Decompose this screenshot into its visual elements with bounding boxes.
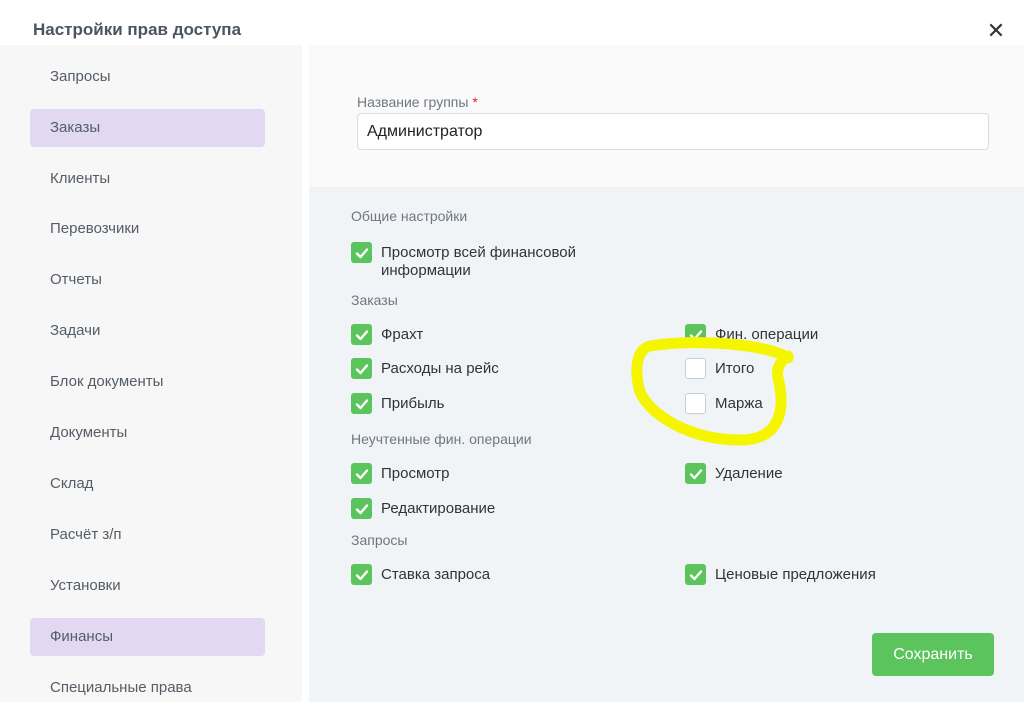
checkbox-row-margin[interactable]: Маржа [685, 393, 763, 414]
sidebar-item-document-block[interactable]: Блок документы [30, 363, 265, 401]
sidebar-item-carriers[interactable]: Перевозчики [30, 210, 265, 248]
sidebar: Запросы Заказы Клиенты Перевозчики Отчет… [0, 45, 302, 702]
sidebar-item-tasks[interactable]: Задачи [30, 312, 265, 350]
check-icon [689, 329, 702, 340]
check-icon [355, 503, 368, 514]
group-name-label-text: Название группы [357, 94, 469, 110]
check-icon [355, 247, 368, 258]
sidebar-item-orders[interactable]: Заказы [30, 109, 265, 147]
checkbox[interactable] [351, 498, 372, 519]
group-name-input[interactable] [357, 113, 989, 150]
checkbox[interactable] [685, 358, 706, 379]
checkbox-label: Удаление [715, 465, 783, 482]
check-icon [355, 363, 368, 374]
group-name-label: Название группы * [357, 94, 478, 110]
section-title-general: Общие настройки [351, 208, 468, 224]
group-name-panel: Название группы * [309, 45, 1024, 187]
checkbox-label: Ценовые предложения [715, 566, 876, 583]
checkbox[interactable] [685, 463, 706, 484]
checkbox-label: Маржа [715, 395, 763, 412]
checkbox-label: Ставка запроса [381, 566, 491, 583]
sidebar-item-clients[interactable]: Клиенты [30, 160, 265, 198]
section-title-orders: Заказы [351, 292, 398, 308]
sidebar-item-salary[interactable]: Расчёт з/п [30, 516, 265, 554]
checkbox-row-freight[interactable]: Фрахт [351, 324, 423, 345]
check-icon [355, 398, 368, 409]
check-icon [355, 329, 368, 340]
dialog-title: Настройки прав доступа [33, 20, 242, 39]
sidebar-item-requests[interactable]: Запросы [30, 58, 265, 96]
sidebar-item-documents[interactable]: Документы [30, 414, 265, 452]
checkbox[interactable] [351, 242, 372, 263]
checkbox-row-profit[interactable]: Прибыль [351, 393, 444, 414]
save-button[interactable]: Сохранить [872, 633, 994, 676]
sidebar-item-reports[interactable]: Отчеты [30, 261, 265, 299]
checkbox-row-total[interactable]: Итого [685, 358, 754, 379]
checkbox-row-price-offers[interactable]: Ценовые предложения [685, 564, 876, 585]
sidebar-item-warehouse[interactable]: Склад [30, 465, 265, 503]
check-icon [355, 468, 368, 479]
sidebar-item-settings[interactable]: Установки [30, 567, 265, 605]
dialog-header: Настройки прав доступа ✕ [0, 0, 1024, 45]
checkbox-label: Просмотр [381, 465, 450, 482]
checkbox[interactable] [685, 393, 706, 414]
checkbox-label: Фрахт [381, 326, 424, 343]
checkbox[interactable] [685, 324, 706, 345]
check-icon [689, 468, 702, 479]
checkbox[interactable] [351, 393, 372, 414]
checkbox-row-edit[interactable]: Редактирование [351, 498, 495, 519]
required-mark: * [472, 94, 478, 110]
section-title-requests: Запросы [351, 532, 408, 548]
checkbox-label: Прибыль [381, 395, 445, 412]
checkbox-row-fin-operations[interactable]: Фин. операции [685, 324, 818, 345]
checkbox-row-trip-expenses[interactable]: Расходы на рейс [351, 358, 499, 379]
checkbox-label: Итого [715, 360, 755, 377]
checkbox-label: Редактирование [381, 500, 496, 517]
checkbox-row-view-all-finance[interactable]: Просмотр всей финансовой информации [351, 242, 601, 280]
checkbox[interactable] [351, 463, 372, 484]
check-icon [355, 569, 368, 580]
checkbox-label: Фин. операции [715, 326, 819, 343]
sidebar-item-finance[interactable]: Финансы [30, 618, 265, 656]
section-title-unaccounted: Неучтенные фин. операции [351, 431, 532, 447]
checkbox-label: Просмотр всей финансовой информации [381, 244, 577, 279]
checkbox[interactable] [351, 358, 372, 379]
checkbox[interactable] [351, 564, 372, 585]
checkbox-row-request-rate[interactable]: Ставка запроса [351, 564, 490, 585]
checkbox[interactable] [351, 324, 372, 345]
close-icon[interactable]: ✕ [983, 18, 1009, 44]
checkbox-row-view[interactable]: Просмотр [351, 463, 450, 484]
checkbox[interactable] [685, 564, 706, 585]
check-icon [689, 569, 702, 580]
sidebar-item-special-rights[interactable]: Специальные права [30, 669, 265, 707]
checkbox-label: Расходы на рейс [381, 360, 499, 377]
checkbox-row-delete[interactable]: Удаление [685, 463, 783, 484]
permissions-panel: Общие настройки Просмотр всей финансовой… [309, 187, 1024, 702]
